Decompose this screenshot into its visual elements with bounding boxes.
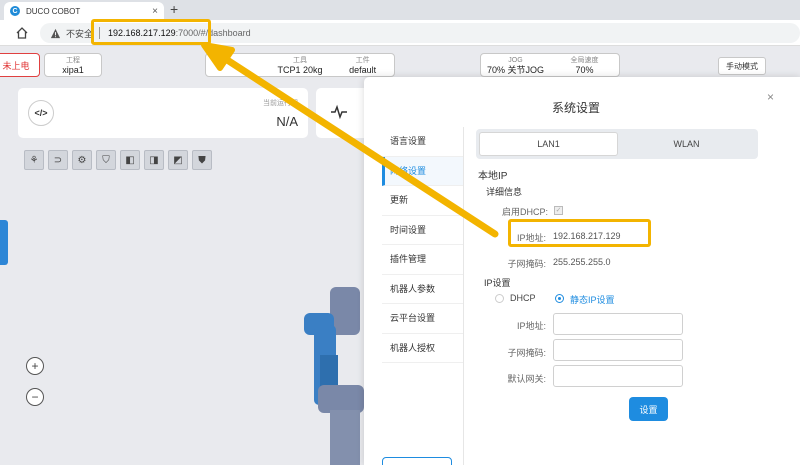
detail-info-title: 详细信息 xyxy=(486,187,523,197)
menu-item-time[interactable]: 时间设置 xyxy=(382,216,463,245)
tool-label: 工具 xyxy=(293,57,307,64)
menu-item-license[interactable]: 机器人授权 xyxy=(382,334,463,363)
jog-speed: 70% xyxy=(486,65,505,75)
close-icon[interactable]: × xyxy=(767,90,774,104)
workpiece-cell: 工件 default xyxy=(331,54,394,76)
ip-address-input[interactable] xyxy=(553,313,683,335)
tab-lan1[interactable]: LAN1 xyxy=(479,132,618,156)
gateway-input[interactable] xyxy=(553,365,683,387)
tool-value: TCP1 20kg xyxy=(277,65,323,75)
subnet-mask-value: 255.255.255.0 xyxy=(553,257,611,267)
url-highlight-box xyxy=(91,19,211,45)
power-button[interactable]: 未上电 xyxy=(0,53,40,77)
ip-highlight-box xyxy=(508,219,651,247)
subnet-mask-label: 子网掩码: xyxy=(507,259,546,269)
project-selector[interactable]: 工程 xipa1 xyxy=(44,53,102,77)
view-path-icon[interactable]: ⊃ xyxy=(48,150,68,170)
global-speed-value: 70% xyxy=(575,65,594,75)
menu-item-cloud[interactable]: 云平台设置 xyxy=(382,304,463,334)
tool-workpiece-selector[interactable]: 工具 TCP1 20kg 工件 default xyxy=(205,53,395,77)
global-speed-cell: 全局速度 70% xyxy=(550,54,619,76)
robot-arm-model xyxy=(304,287,364,465)
view-settings-icon[interactable]: ⚙ xyxy=(72,150,92,170)
zoom-out-button[interactable]: − xyxy=(26,388,44,406)
network-tabs: LAN1 WLAN xyxy=(476,129,758,159)
radio-static-ip-label: 静态IP设置 xyxy=(570,295,615,305)
duco-favicon-icon: C xyxy=(10,6,20,16)
radio-dhcp[interactable] xyxy=(495,294,504,303)
set-button[interactable]: 设置 xyxy=(629,397,668,421)
view-shield-icon[interactable]: ⛉ xyxy=(96,150,116,170)
current-program-label: 当前运行程 xyxy=(263,100,298,107)
browser-tab[interactable]: C DUCO COBOT × xyxy=(4,2,164,20)
dhcp-checkbox: ✓ xyxy=(554,206,563,215)
menu-item-robot-params[interactable]: 机器人参数 xyxy=(382,275,463,304)
tab-close-icon[interactable]: × xyxy=(152,6,158,17)
manual-mode-button[interactable]: 手动模式 xyxy=(718,57,766,75)
menu-bottom-button[interactable] xyxy=(382,457,452,465)
view-side-icon[interactable]: ◨ xyxy=(144,150,164,170)
current-program-value: N/A xyxy=(276,114,298,129)
view-axis-icon[interactable]: ⚘ xyxy=(24,150,44,170)
tool-col1 xyxy=(206,54,269,76)
jog-mode: 关节JOG xyxy=(507,65,545,75)
jog-cell: JOG 70% 关节JOG xyxy=(481,54,550,76)
form-mask-label: 子网掩码: xyxy=(507,348,546,358)
code-icon[interactable]: </> xyxy=(28,100,54,126)
project-value: xipa1 xyxy=(62,65,84,75)
program-panel: </> 当前运行程 N/A xyxy=(18,88,308,138)
side-drawer-handle[interactable] xyxy=(0,220,8,265)
zoom-in-button[interactable]: + xyxy=(26,357,44,375)
view-front-icon[interactable]: ◧ xyxy=(120,150,140,170)
form-gateway-label: 默认网关: xyxy=(507,374,546,384)
tab-title: DUCO COBOT xyxy=(26,6,81,16)
jog-selector[interactable]: JOG 70% 关节JOG 全局速度 70% xyxy=(480,53,620,77)
project-label: 工程 xyxy=(66,57,80,64)
insecure-label: 不安全 xyxy=(66,28,94,39)
view-toolbar: ⚘ ⊃ ⚙ ⛉ ◧ ◨ ◩ ⛊ xyxy=(24,150,212,170)
tab-wlan[interactable]: WLAN xyxy=(618,132,755,156)
subnet-mask-input[interactable] xyxy=(553,339,683,361)
local-ip-title: 本地IP xyxy=(478,171,508,182)
menu-item-language[interactable]: 语言设置 xyxy=(382,127,463,157)
tool-cell: 工具 TCP1 20kg xyxy=(269,54,332,76)
pulse-icon[interactable] xyxy=(330,104,348,120)
menu-item-plugins[interactable]: 插件管理 xyxy=(382,245,463,275)
menu-item-network[interactable]: 网络设置 xyxy=(382,156,463,186)
form-ip-label: IP地址: xyxy=(516,321,546,331)
browser-tab-bar: C DUCO COBOT × + xyxy=(0,0,800,20)
dhcp-label: 启用DHCP: xyxy=(501,207,548,217)
system-settings-modal: 系统设置 × 语言设置 网络设置 更新 时间设置 插件管理 机器人参数 云平台设… xyxy=(364,77,800,465)
settings-menu: 语言设置 网络设置 更新 时间设置 插件管理 机器人参数 云平台设置 机器人授权 xyxy=(382,127,464,465)
jog-label: JOG xyxy=(508,57,523,64)
home-icon[interactable] xyxy=(15,26,29,40)
warning-icon xyxy=(50,28,61,38)
modal-title: 系统设置 xyxy=(551,101,600,115)
new-tab-button[interactable]: + xyxy=(170,1,178,17)
global-speed-label: 全局速度 xyxy=(570,57,599,64)
radio-dhcp-label: DHCP xyxy=(510,293,536,303)
menu-item-update[interactable]: 更新 xyxy=(382,186,463,216)
workpiece-label: 工件 xyxy=(355,57,370,64)
view-top-icon[interactable]: ◩ xyxy=(168,150,188,170)
workpiece-value: default xyxy=(349,65,377,75)
radio-static-ip[interactable] xyxy=(555,294,564,303)
view-safety-icon[interactable]: ⛊ xyxy=(192,150,212,170)
ip-settings-title: IP设置 xyxy=(484,278,511,288)
